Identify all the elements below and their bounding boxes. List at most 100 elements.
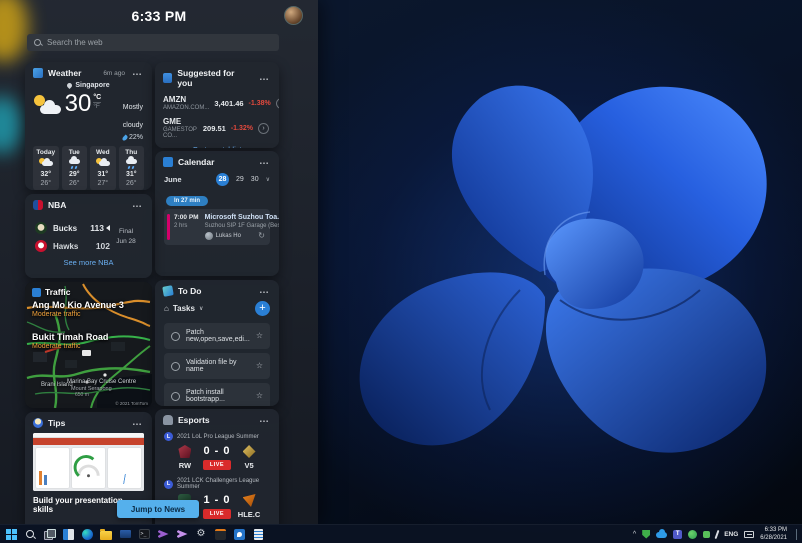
calendar-icon [163,157,173,167]
weather-updated: 6m ago [103,69,125,77]
nba-title: NBA [48,200,67,210]
more-options-icon[interactable]: … [130,68,144,78]
task-item[interactable]: Validation file by name ☆ [164,353,270,379]
more-options-icon[interactable]: … [130,200,144,210]
traffic-title: Traffic [45,287,71,297]
mail-app-button[interactable] [119,528,131,540]
weather-widget[interactable]: Weather 6m ago … Singapore 30 °C °F Most… [25,62,152,190]
traffic-widget[interactable]: Traffic Ang Mo Kio Avenue 3 Moderate tra… [25,282,152,408]
task-view-button[interactable] [43,528,56,540]
calendar-day[interactable]: 30 [251,176,259,183]
traffic-icon [32,287,41,297]
map-label: Marina Bay Cruise Centre [67,379,137,385]
touch-keyboard-icon[interactable] [744,530,755,538]
sync-icon[interactable]: ↻ [258,232,265,240]
nba-team-row[interactable]: Bucks 113 [35,219,110,237]
go-to-watchlist-link[interactable]: Go to watchlist [155,142,279,148]
tray-overflow-button[interactable]: ^ [633,531,636,538]
panel-clock: 6:33 PM [131,8,187,24]
todo-list-name[interactable]: Tasks [173,304,195,313]
nba-team-row[interactable]: Hawks 102 [35,237,110,255]
stocks-title: Suggested for you [177,68,235,88]
show-desktop-button[interactable] [796,528,798,540]
traffic-incident: Bukit Timah Road Moderate traffic [32,332,109,350]
unit-toggle[interactable]: °C °F [93,94,102,110]
calendar-day-selected[interactable]: 28 [216,173,229,186]
bucks-logo-icon [35,222,47,234]
task-checkbox[interactable] [171,331,180,341]
quick-assist-button[interactable] [233,528,245,540]
star-icon[interactable]: ☆ [256,332,263,340]
tray-app-icon[interactable] [688,529,698,539]
task-checkbox[interactable] [171,391,180,401]
weather-condition: Mostly cloudy [122,104,143,129]
language-indicator[interactable]: ENG [724,531,738,538]
go-to-stock-icon[interactable]: › [258,122,269,134]
live-badge: LIVE [202,460,232,470]
team-v5-logo-icon [242,445,256,458]
tray-app-icon[interactable] [703,530,711,538]
star-icon[interactable]: ☆ [256,362,263,370]
search-input[interactable] [47,38,272,47]
jump-to-news-button[interactable]: Jump to News [117,500,199,518]
user-avatar[interactable] [284,6,303,25]
visual-studio-button[interactable] [157,528,169,540]
rain-cloud-icon [67,156,81,169]
terminal-button[interactable]: >_ [138,528,150,540]
more-options-icon[interactable]: … [257,415,271,425]
more-options-icon[interactable]: … [130,418,144,428]
calendar-event[interactable]: 7:00 PM 2 hrs Microsoft Suzhou Toa... Su… [164,209,279,245]
dev-app-button[interactable] [214,528,226,540]
edge-browser-button[interactable] [81,528,93,540]
see-more-nba-link[interactable]: See more NBA [25,255,152,272]
notepad-button[interactable] [252,528,264,540]
settings-button[interactable]: ⚙ [195,528,207,540]
search-bar[interactable] [27,34,279,51]
photos-app-button[interactable] [62,528,74,540]
add-task-button[interactable]: + [255,301,270,316]
dev-app-icon [214,528,226,540]
stocks-widget[interactable]: Suggested for you … AMZN AMAZON.COM... 3… [155,62,279,148]
start-button[interactable] [5,528,17,540]
search-icon [34,38,42,47]
task-item[interactable]: Patch install bootstrapp... ☆ [164,383,270,406]
security-shield-icon[interactable] [642,529,651,539]
more-options-icon[interactable]: … [257,157,271,167]
forecast-day[interactable]: Today 32° 26° [33,146,59,190]
calendar-widget[interactable]: Calendar … June 28 29 30 ∨ In 27 min 7:0… [155,151,279,276]
tips-preview-image [33,433,144,491]
visual-studio-2-button[interactable] [176,528,188,540]
calendar-day[interactable]: 29 [236,176,244,183]
forecast-day[interactable]: Tue 29° 26° [61,146,87,190]
nba-widget[interactable]: NBA … Bucks 113 Final Jun 28 Hawks 102 S… [25,194,152,278]
more-options-icon[interactable]: … [257,73,271,83]
task-view-icon [43,528,56,540]
todo-title: To Do [178,286,202,296]
forecast-day[interactable]: Wed 31° 27° [90,146,116,190]
star-icon[interactable]: ☆ [256,392,263,400]
event-location: Suzhou SIP 1F Garage (Besi... [204,223,279,229]
forecast-day[interactable]: Thu 31° 26° [118,146,144,190]
gear-icon: ⚙ [196,528,206,539]
taskbar-clock[interactable]: 6:33 PM 6/28/2021 [760,526,787,542]
rain-cloud-icon [124,156,138,169]
todo-widget[interactable]: To Do … ⌂ Tasks ∨ + Patch new,open,save,… [155,280,279,406]
go-to-stock-icon[interactable]: › [275,97,279,109]
task-checkbox[interactable] [171,361,180,371]
task-item[interactable]: Patch new,open,save,edi... ☆ [164,323,270,349]
teams-icon[interactable]: T [673,529,683,539]
map-label: 650 m [75,392,89,398]
stock-row[interactable]: GME GAMESTOP CO... 209.51 -1.32% › [155,114,279,142]
stock-row[interactable]: AMZN AMAZON.COM... 3,401.46 -1.38% › [155,92,279,114]
file-explorer-button[interactable] [100,528,112,540]
chevron-down-icon[interactable]: ∨ [266,176,270,183]
photos-icon [62,528,74,540]
more-options-icon[interactable]: … [257,286,271,296]
pen-icon[interactable] [714,529,720,539]
taskbar-search-button[interactable] [24,528,36,540]
onedrive-icon[interactable] [656,529,668,538]
esports-match[interactable]: RW 0 - 0 LIVE V5 [155,443,279,475]
chevron-down-icon[interactable]: ∨ [199,305,203,312]
sun-cloud-icon [95,158,110,169]
event-countdown-badge: In 27 min [166,196,209,206]
